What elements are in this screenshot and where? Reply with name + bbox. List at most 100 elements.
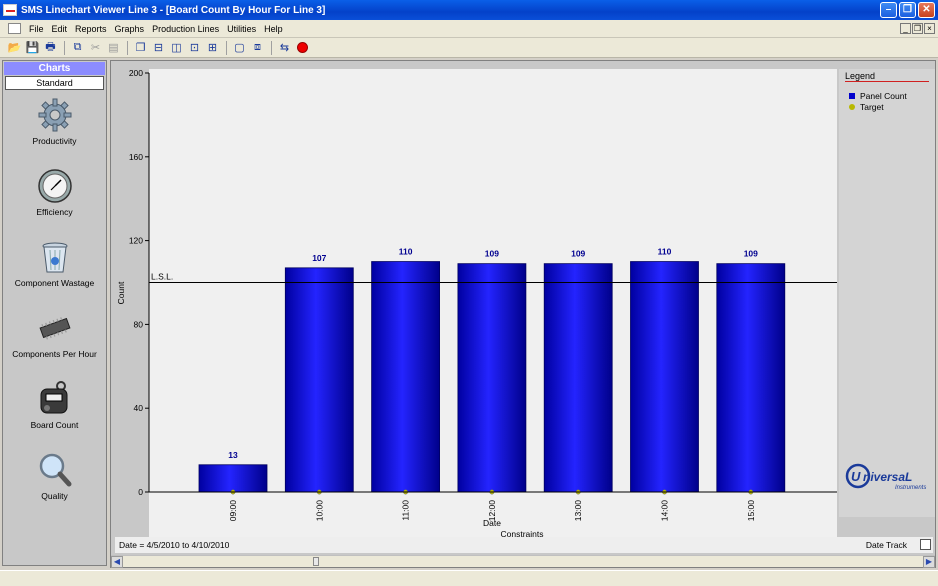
x-tick-label: 11:00: [401, 500, 411, 521]
sidebar-item-label: Quality: [41, 491, 68, 501]
y-tick-label: 200: [129, 68, 143, 78]
status-bar: [0, 570, 938, 586]
sidebar-item-productivity[interactable]: Productivity: [3, 91, 106, 162]
bar-value-label: 13: [228, 450, 238, 460]
y-tick-label: 80: [134, 319, 144, 329]
bar: [716, 263, 786, 493]
sidebar-item-label: Board Count: [30, 420, 79, 430]
horizontal-scrollbar[interactable]: ◀ ▶: [111, 555, 935, 568]
date-track-checkbox[interactable]: [920, 539, 931, 550]
record-icon[interactable]: [294, 40, 311, 56]
child-close-button[interactable]: ×: [924, 23, 935, 34]
bar: [457, 263, 527, 493]
document-icon[interactable]: [8, 23, 21, 34]
y-tick-label: 120: [129, 236, 143, 246]
x-tick-label: 14:00: [660, 500, 670, 522]
x-tick-label: 09:00: [228, 500, 238, 522]
bar-value-label: 109: [485, 249, 499, 259]
title-bar: SMS Linechart Viewer Line 3 - [Board Cou…: [0, 0, 938, 20]
sidebar-item-components-per-hour[interactable]: Components Per Hour: [3, 304, 106, 375]
child-restore-button[interactable]: ❐: [912, 23, 923, 34]
sidebar-item-quality[interactable]: Quality: [3, 446, 106, 517]
window-icon[interactable]: ▢: [231, 40, 248, 56]
minimize-button[interactable]: –: [880, 2, 897, 18]
chart-panel: 0 40 80 120 160 200 13 107 110 109 109 110 109 09:0…: [110, 60, 936, 568]
bar: [371, 261, 441, 493]
cut-icon[interactable]: ✂: [87, 40, 104, 56]
menu-graphs[interactable]: Graphs: [111, 24, 149, 34]
menu-file[interactable]: File: [25, 24, 48, 34]
scroll-left-arrow-icon[interactable]: ◀: [111, 556, 123, 568]
sidebar-item-label: Productivity: [32, 136, 77, 146]
x-tick-label: 10:00: [314, 500, 324, 522]
window-title: SMS Linechart Viewer Line 3 - [Board Cou…: [21, 4, 326, 16]
sidebar-item-label: Efficiency: [36, 207, 73, 217]
sidebar-title: Charts: [4, 62, 105, 75]
bar-value-label: 109: [571, 249, 585, 259]
x-tick-label: 15:00: [746, 500, 756, 522]
menu-utilities[interactable]: Utilities: [223, 24, 260, 34]
standard-button[interactable]: Standard: [5, 76, 104, 90]
scroll-thumb[interactable]: [313, 557, 319, 566]
y-tick-label: 160: [129, 152, 143, 162]
legend-entry-panel-count: Panel Count: [849, 91, 907, 101]
sidebar-item-efficiency[interactable]: Efficiency: [3, 162, 106, 233]
arrange-icon[interactable]: ⊡: [186, 40, 203, 56]
toolbar-separator: [127, 40, 128, 55]
tile-vertical-icon[interactable]: ◫: [168, 40, 185, 56]
counter-icon: [40, 381, 67, 414]
open-icon[interactable]: 📂: [6, 40, 23, 56]
refresh-icon[interactable]: ⇆: [276, 40, 293, 56]
menu-help[interactable]: Help: [260, 24, 287, 34]
y-axis: 0 40 80 120 160 200: [129, 68, 150, 497]
lsl-label: L.S.L.: [151, 272, 173, 282]
sidebar-item-label: Components Per Hour: [12, 349, 97, 359]
trash-icon: [42, 242, 67, 273]
date-range-text: Date = 4/5/2010 to 4/10/2010: [119, 540, 230, 550]
legend-divider: [845, 81, 929, 82]
y-tick-label: 0: [138, 487, 143, 497]
toolbar: 📂 💾 🖶 ⧉ ✂ ▤ ❐ ⊟ ◫ ⊡ ⊞ ▢ ⧈ ⇆: [0, 38, 938, 58]
bar-value-label: 107: [312, 253, 326, 263]
svg-text:U: U: [851, 469, 861, 484]
chip-icon: [38, 317, 71, 340]
x-axis: 09:00 10:00 11:00 12:00 13:00 14:00 15:00: [149, 491, 837, 522]
svg-text:Instruments: Instruments: [895, 485, 926, 491]
bars: 13 107 110 109 109 110 109: [198, 247, 786, 495]
bar-value-label: 110: [399, 247, 413, 257]
cascade-icon[interactable]: ❐: [132, 40, 149, 56]
child-minimize-button[interactable]: _: [900, 23, 911, 34]
footer-strip: Date = 4/5/2010 to 4/10/2010 Date Track: [115, 537, 933, 553]
scroll-right-arrow-icon[interactable]: ▶: [923, 556, 935, 568]
legend-label: Target: [860, 102, 884, 112]
gear-icon: [38, 98, 71, 132]
svg-text:niversaL: niversaL: [863, 470, 912, 484]
menu-reports[interactable]: Reports: [71, 24, 111, 34]
bar: [630, 261, 699, 493]
close-button[interactable]: ✕: [918, 2, 935, 18]
restore-button[interactable]: ❐: [899, 2, 916, 18]
bar: [198, 464, 268, 493]
bar-chart: 0 40 80 120 160 200 13 107 110 109 109 110 109 09:0…: [116, 68, 837, 539]
legend-swatch-dot: [849, 104, 855, 110]
menu-production-lines[interactable]: Production Lines: [148, 24, 223, 34]
x-axis-label: Date: [483, 518, 501, 528]
grid-icon[interactable]: ⊞: [204, 40, 221, 56]
bar: [284, 267, 354, 493]
save-icon[interactable]: 💾: [24, 40, 41, 56]
menu-edit[interactable]: Edit: [48, 24, 72, 34]
bar: [543, 263, 613, 493]
windows-icon[interactable]: ⧈: [249, 40, 266, 56]
y-axis-label: Count: [116, 281, 126, 304]
x-tick-label: 13:00: [573, 500, 583, 522]
y-tick-label: 40: [134, 403, 144, 413]
copy-icon[interactable]: ⧉: [69, 40, 86, 56]
sidebar-item-component-wastage[interactable]: Component Wastage: [3, 233, 106, 304]
legend-entry-target: Target: [849, 102, 884, 112]
date-track-label: Date Track: [865, 540, 907, 550]
magnifier-icon: [39, 453, 71, 487]
sidebar-item-board-count[interactable]: Board Count: [3, 375, 106, 446]
print-icon[interactable]: 🖶: [42, 40, 59, 56]
tile-horizontal-icon[interactable]: ⊟: [150, 40, 167, 56]
paste-icon[interactable]: ▤: [105, 40, 122, 56]
